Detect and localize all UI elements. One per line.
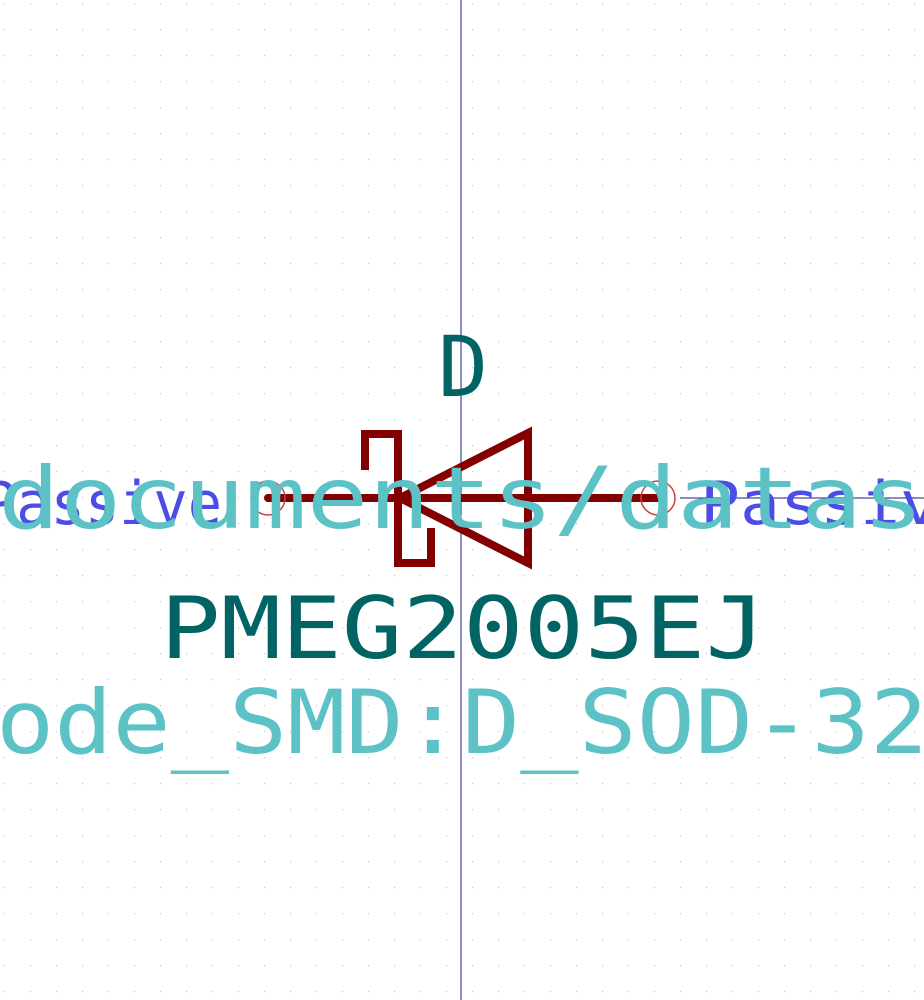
symbol-editor-view[interactable]: Passive Passiv documents/datas D PMEG200… [0, 0, 924, 1000]
schematic-canvas[interactable]: Passive Passiv documents/datas D PMEG200… [0, 0, 924, 1000]
value-field-text[interactable]: PMEG2005EJ [160, 579, 766, 679]
reference-designator-text[interactable]: D [438, 318, 488, 416]
datasheet-field-text[interactable]: documents/datas [0, 449, 924, 549]
footprint-field-text[interactable]: ode_SMD:D_SOD-32 [0, 671, 924, 774]
